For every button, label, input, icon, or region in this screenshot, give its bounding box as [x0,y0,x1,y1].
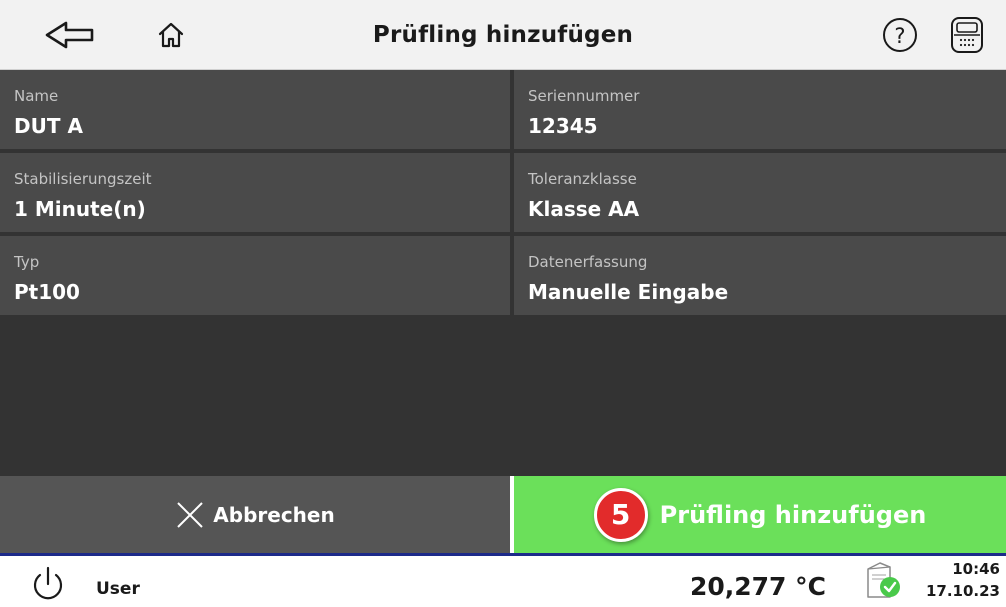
user-name: User [96,578,140,599]
field-data-acquisition[interactable]: Datenerfassung Manuelle Eingabe [514,236,1006,315]
field-tolerance-class[interactable]: Toleranzklasse Klasse AA [514,153,1006,232]
add-dut-button[interactable]: 5 Prüfling hinzufügen [514,476,1006,553]
step-badge: 5 [593,487,648,542]
field-stabilization-time[interactable]: Stabilisierungszeit 1 Minute(n) [0,153,510,232]
cancel-button-label: Abbrechen [213,502,335,527]
field-value: 12345 [528,114,598,138]
field-name[interactable]: Name DUT A [0,70,510,149]
field-label: Typ [14,253,40,271]
home-icon[interactable] [148,0,194,70]
header-bar: Prüfling hinzufügen ? [0,0,1006,70]
field-value: 1 Minute(n) [14,197,146,221]
temperature-readout: 20,277 °C [689,572,826,601]
help-icon[interactable]: ? [878,0,922,70]
clock: 10:46 17.10.23 [926,558,1000,602]
dut-form: Name DUT A Seriennummer 12345 Stabilisie… [0,70,1006,476]
cancel-button[interactable]: Abbrechen [0,476,510,553]
field-value: Klasse AA [528,197,640,221]
field-label: Name [14,87,59,105]
field-label: Datenerfassung [528,253,648,271]
back-arrow-icon[interactable] [40,0,100,70]
add-dut-button-label: Prüfling hinzufügen [659,500,927,529]
field-value: Pt100 [14,280,80,304]
power-icon[interactable] [28,564,68,607]
field-value: Manuelle Eingabe [528,280,729,304]
field-label: Seriennummer [528,87,640,105]
svg-text:?: ? [894,24,905,48]
field-type[interactable]: Typ Pt100 [0,236,510,315]
field-label: Stabilisierungszeit [14,170,152,188]
clock-time: 10:46 [952,560,1000,578]
status-bar: User 20,277 °C 10:46 17.10.23 [0,556,1006,607]
clock-date: 17.10.23 [925,582,1000,600]
calibrator-device-icon[interactable] [944,0,990,70]
field-label: Toleranzklasse [528,170,637,188]
field-value: DUT A [14,114,83,138]
field-serial-number[interactable]: Seriennummer 12345 [514,70,1006,149]
close-icon [177,501,203,528]
device-status-icon [860,559,906,607]
